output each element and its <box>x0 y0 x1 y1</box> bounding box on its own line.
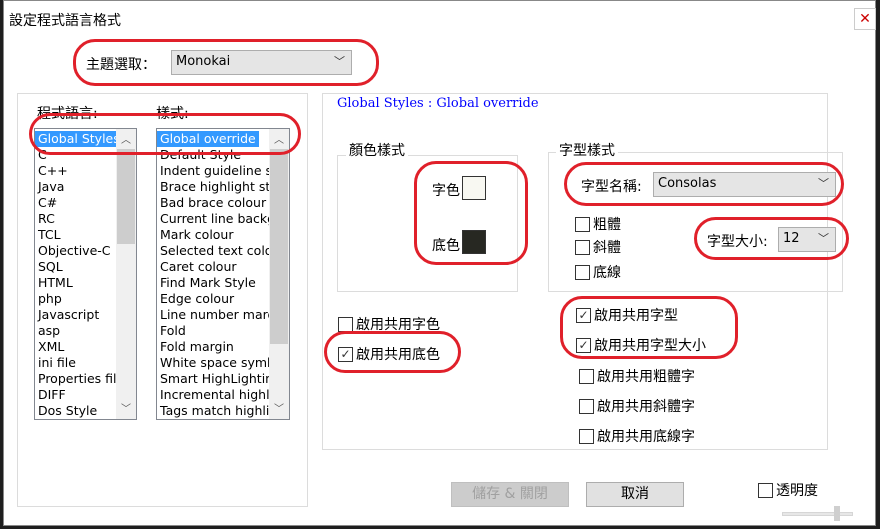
font-style-legend: 字型樣式 <box>556 140 618 160</box>
theme-value: Monokai <box>176 54 231 69</box>
global-size-label: 啟用共用字型大小 <box>594 338 706 354</box>
global-italic-checkbox[interactable]: 啟用共用斜體字 <box>579 396 695 416</box>
style-header: Global Styles : Global override <box>337 96 539 111</box>
underline-label: 底線 <box>593 265 621 281</box>
transparency-checkbox[interactable]: 透明度 <box>758 480 818 500</box>
theme-select[interactable]: Monokai ﹀ <box>171 50 352 75</box>
language-list[interactable]: Global Styles C C++ Java C# RC TCL Objective-C S… <box>34 128 137 420</box>
checkbox-box[interactable] <box>579 428 594 444</box>
fg-label: 字色 <box>432 183 460 199</box>
checkbox-box[interactable]: ✓ <box>338 346 353 362</box>
global-italic-label: 啟用共用斜體字 <box>597 399 695 415</box>
color-style-legend: 顏色樣式 <box>346 140 408 160</box>
checkbox-box[interactable] <box>338 316 353 332</box>
checkbox-box[interactable] <box>758 482 773 498</box>
list-item[interactable]: Global override <box>157 131 259 147</box>
font-name-value: Consolas <box>658 176 717 191</box>
global-fg-label: 啟用共用字色 <box>356 317 440 333</box>
font-name-select[interactable]: Consolas ﹀ <box>653 172 836 197</box>
font-size-value: 12 <box>783 231 800 246</box>
transparency-slider[interactable] <box>782 512 853 516</box>
chevron-up-icon[interactable]: ︿ <box>269 131 289 148</box>
italic-checkbox[interactable]: 斜體 <box>575 237 621 257</box>
checkbox-box[interactable]: ✓ <box>576 307 591 323</box>
color-style-group <box>337 155 518 292</box>
style-label: 樣式: <box>156 106 189 122</box>
close-button[interactable]: ✕ <box>854 8 876 30</box>
font-name-label: 字型名稱: <box>581 179 642 195</box>
underline-checkbox[interactable]: 底線 <box>575 262 621 282</box>
scroll-thumb[interactable] <box>117 149 135 244</box>
checkbox-box[interactable]: ✓ <box>576 337 591 353</box>
font-size-select[interactable]: 12 ﹀ <box>778 227 836 252</box>
checkbox-box[interactable] <box>579 398 594 414</box>
checkbox-box[interactable] <box>579 368 594 384</box>
cancel-button[interactable]: 取消 <box>586 482 684 507</box>
bg-label: 底色 <box>432 238 460 254</box>
chevron-down-icon[interactable]: ﹀ <box>269 400 289 417</box>
close-icon: ✕ <box>859 11 871 27</box>
chevron-down-icon[interactable]: ﹀ <box>116 400 136 417</box>
font-size-label: 字型大小: <box>707 234 768 250</box>
theme-label: 主題選取： <box>86 57 156 73</box>
bg-color-swatch[interactable] <box>462 230 486 254</box>
global-bg-checkbox[interactable]: ✓ 啟用共用底色 <box>338 344 440 364</box>
fg-color-swatch[interactable] <box>462 176 486 200</box>
language-label: 程式語言: <box>37 106 98 122</box>
slider-thumb[interactable] <box>834 506 840 521</box>
transparency-label: 透明度 <box>776 483 818 499</box>
global-underline-checkbox[interactable]: 啟用共用底線字 <box>579 426 695 446</box>
scroll-thumb[interactable] <box>270 149 288 344</box>
checkbox-box[interactable] <box>575 216 590 232</box>
checkbox-box[interactable] <box>575 239 590 255</box>
save-close-button[interactable]: 儲存 & 關閉 <box>451 482 569 507</box>
chevron-down-icon: ﹀ <box>334 55 345 68</box>
style-list[interactable]: Global override Default Style Indent guide… <box>156 128 290 420</box>
style-configurator-dialog: 設定程式語言格式 ✕ 主題選取： Monokai ﹀ 程式語言: Global S… <box>3 0 876 526</box>
checkbox-box[interactable] <box>575 264 590 280</box>
global-bg-label: 啟用共用底色 <box>356 347 440 363</box>
chevron-up-icon[interactable]: ︿ <box>116 131 136 148</box>
global-font-checkbox[interactable]: ✓ 啟用共用字型 <box>576 305 678 325</box>
bold-checkbox[interactable]: 粗體 <box>575 214 621 234</box>
global-bold-checkbox[interactable]: 啟用共用粗體字 <box>579 366 695 386</box>
style-scrollbar[interactable]: ︿ ﹀ <box>269 129 289 419</box>
global-underline-label: 啟用共用底線字 <box>597 429 695 445</box>
language-scrollbar[interactable]: ︿ ﹀ <box>116 129 136 419</box>
global-fg-checkbox[interactable]: 啟用共用字色 <box>338 314 440 334</box>
bold-label: 粗體 <box>593 217 621 233</box>
chevron-down-icon: ﹀ <box>818 232 829 245</box>
global-bold-label: 啟用共用粗體字 <box>597 369 695 385</box>
list-item[interactable]: Global Styles <box>35 131 123 147</box>
global-size-checkbox[interactable]: ✓ 啟用共用字型大小 <box>576 335 706 355</box>
window-title: 設定程式語言格式 <box>9 13 121 29</box>
chevron-down-icon: ﹀ <box>818 177 829 190</box>
global-font-label: 啟用共用字型 <box>594 308 678 324</box>
italic-label: 斜體 <box>593 240 621 256</box>
